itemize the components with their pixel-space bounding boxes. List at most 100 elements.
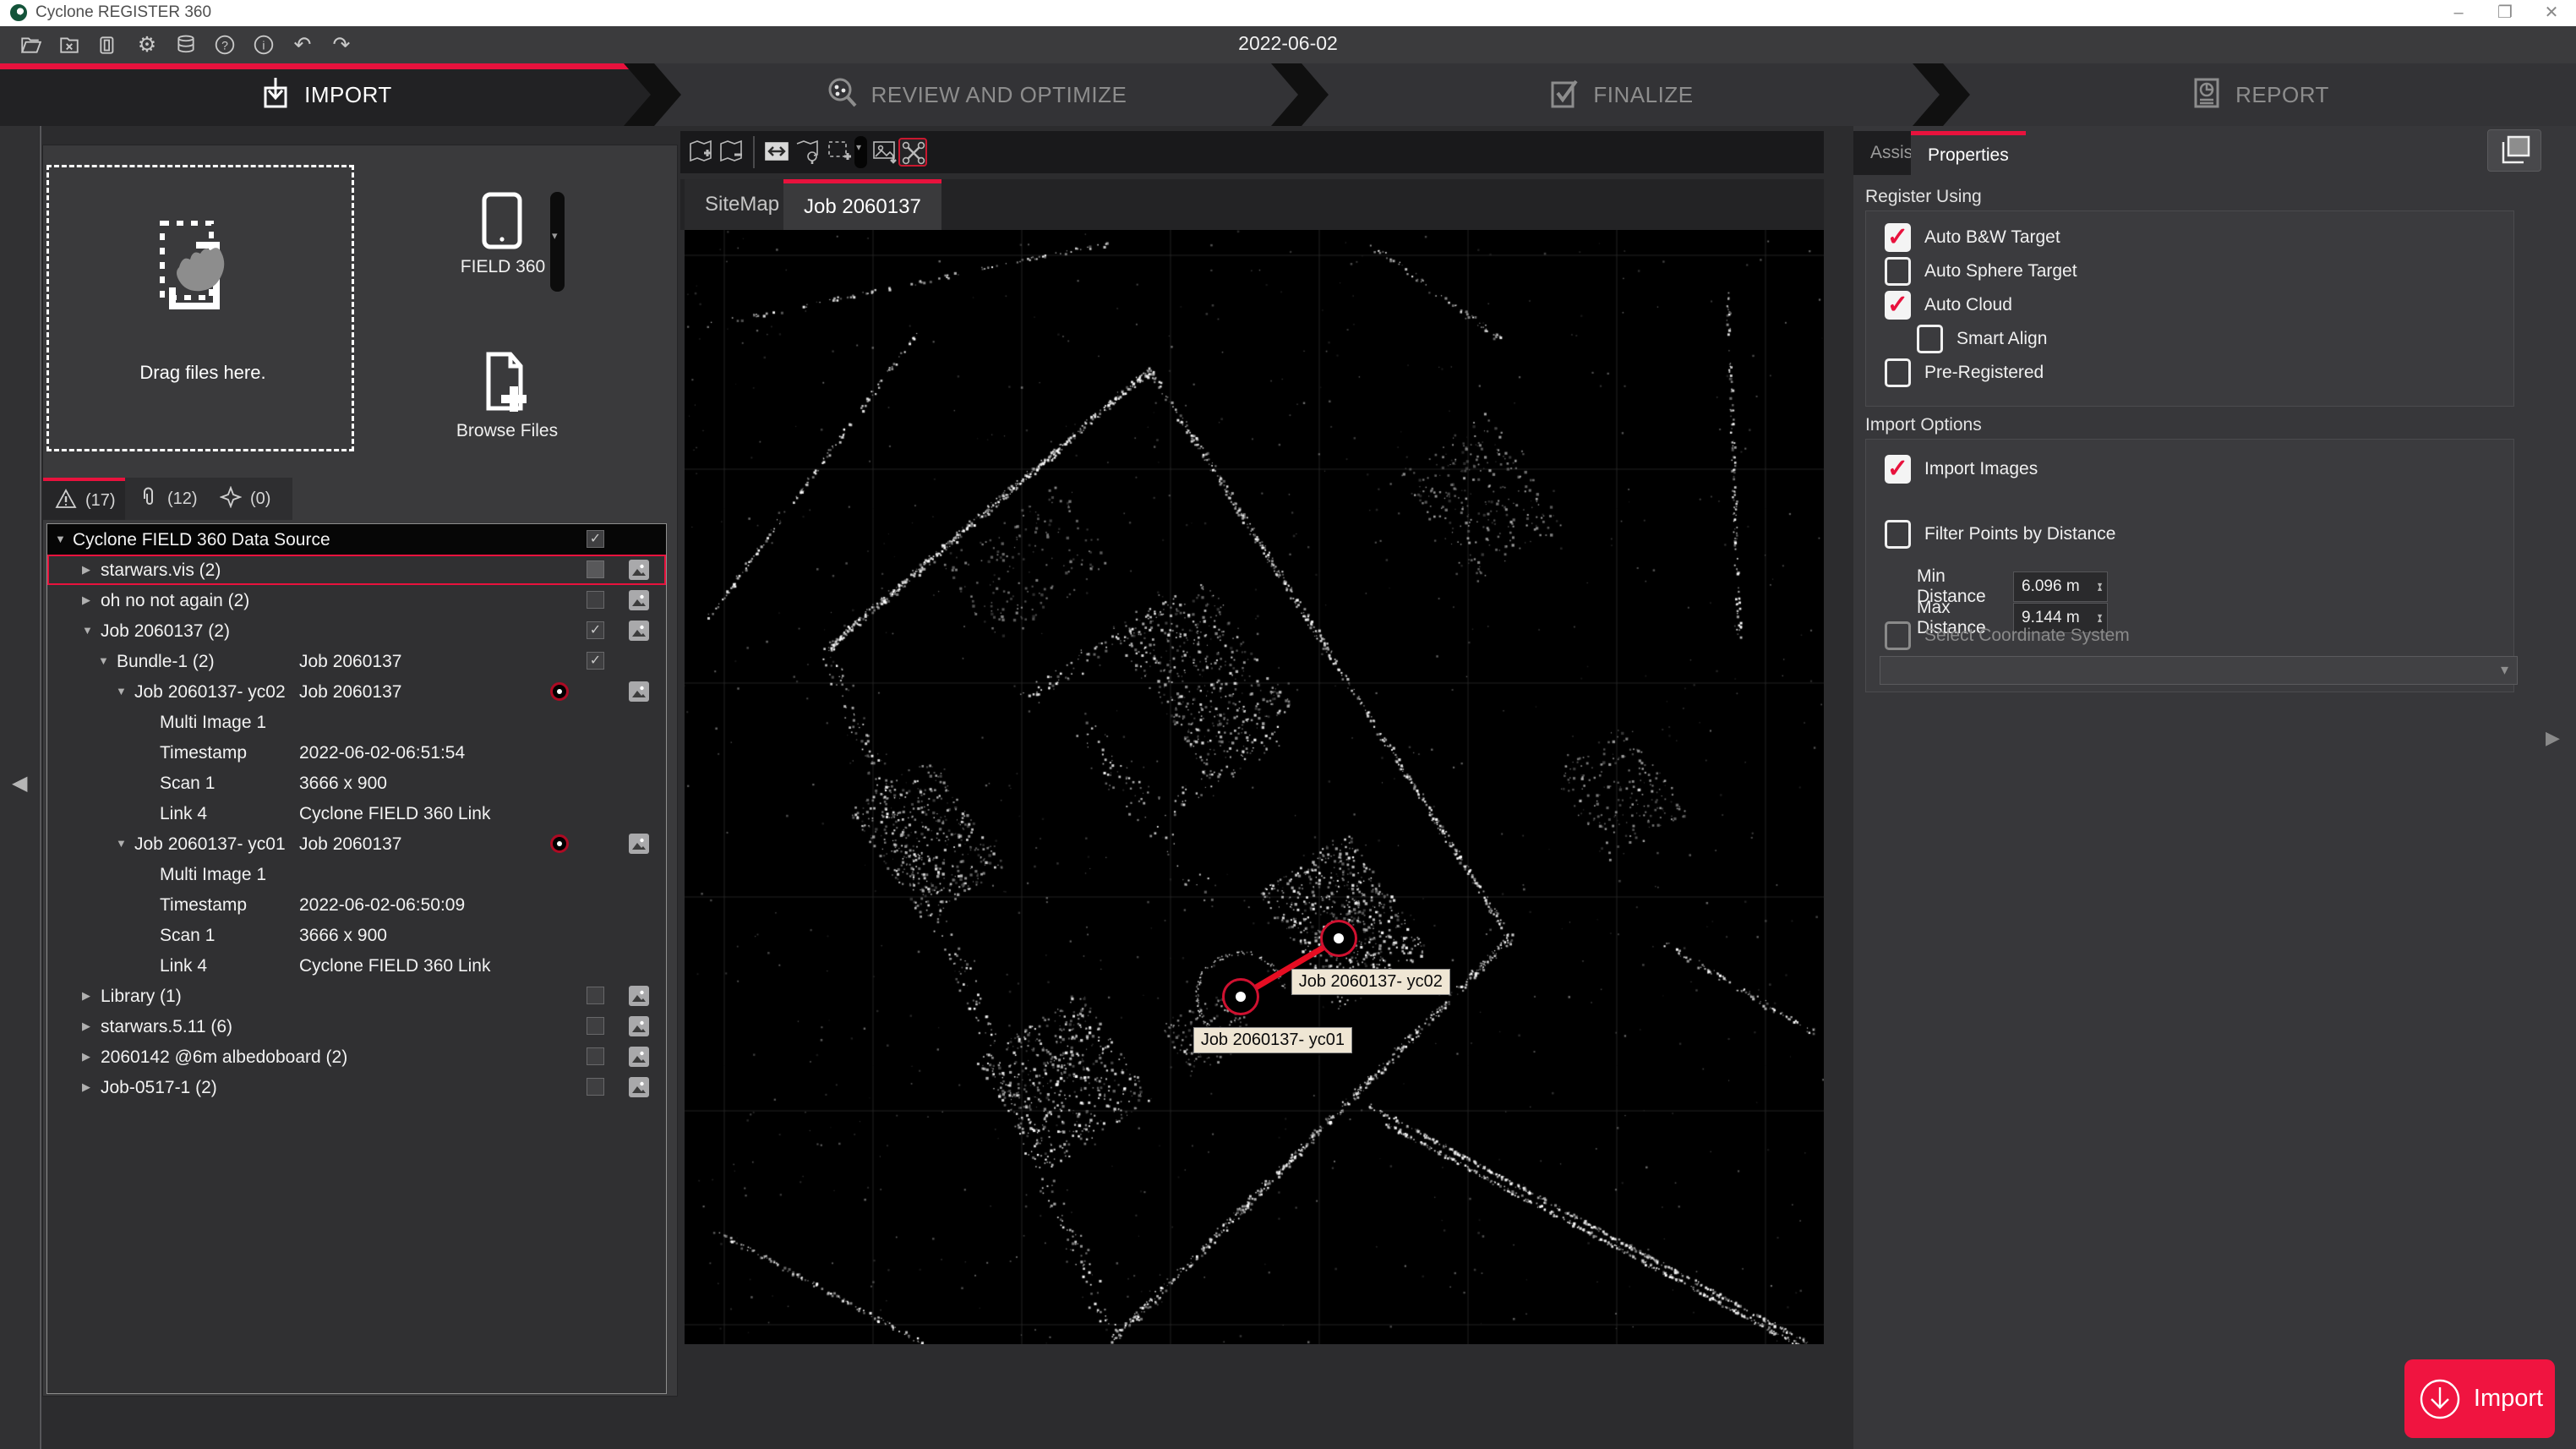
- tree-row[interactable]: ▼ Job 2060137- yc02 Job 2060137: [47, 676, 666, 707]
- thumbnail-icon[interactable]: [629, 834, 649, 854]
- workflow-step-import[interactable]: IMPORT: [0, 63, 651, 126]
- tab-targets[interactable]: (0): [208, 478, 292, 520]
- tree-checkbox[interactable]: [587, 621, 604, 639]
- sitemap-viewport[interactable]: Job 2060137- yc02 Job 2060137- yc01: [685, 230, 1824, 1344]
- tab-scans[interactable]: (17): [43, 478, 126, 520]
- scan-marker[interactable]: [1319, 920, 1357, 958]
- tree-row[interactable]: ▼ Job 2060137 (2): [47, 615, 666, 646]
- tree-row[interactable]: ▶ Job-0517-1 (2): [47, 1072, 666, 1102]
- import-button[interactable]: Import: [2404, 1359, 2555, 1438]
- devices-button[interactable]: [95, 32, 122, 57]
- collapse-arrow-icon[interactable]: ▼: [82, 624, 93, 637]
- info-button[interactable]: i: [250, 32, 277, 57]
- tree-row[interactable]: ▶ starwars.5.11 (6): [47, 1011, 666, 1042]
- fit-map-button[interactable]: [763, 138, 792, 167]
- register-option-smart-align[interactable]: Smart Align: [1917, 325, 2047, 353]
- tree-checkbox[interactable]: [587, 591, 604, 609]
- close-button[interactable]: ✕: [2532, 2, 2571, 24]
- redo-button[interactable]: ↷: [328, 32, 355, 57]
- option-checkbox[interactable]: [1917, 325, 1943, 353]
- undo-button[interactable]: ↶: [289, 32, 316, 57]
- import-images-option[interactable]: Import Images: [1885, 455, 2038, 484]
- filter-points-checkbox[interactable]: [1885, 520, 1911, 549]
- expand-arrow-icon[interactable]: ▶: [82, 563, 90, 577]
- thumbnail-icon[interactable]: [629, 1016, 649, 1036]
- add-sitemap-button[interactable]: [687, 138, 716, 167]
- collapse-right-panel-icon[interactable]: ▶: [2546, 727, 2560, 749]
- tree-row[interactable]: Multi Image 1: [47, 707, 666, 737]
- tree-row[interactable]: ▶ starwars.vis (2): [47, 555, 666, 585]
- help-button[interactable]: ?: [211, 32, 238, 57]
- tab-properties[interactable]: Properties: [1911, 131, 2026, 175]
- register-option-auto-cloud[interactable]: Auto Cloud: [1885, 291, 2012, 320]
- field-360-button[interactable]: [482, 192, 522, 249]
- option-checkbox[interactable]: [1885, 358, 1911, 387]
- zoom-slider[interactable]: [854, 136, 867, 168]
- expand-arrow-icon[interactable]: ▶: [82, 1080, 90, 1094]
- expand-arrow-icon[interactable]: ▶: [82, 593, 90, 607]
- tree-row[interactable]: Link 4 Cyclone FIELD 360 Link: [47, 798, 666, 828]
- import-images-checkbox[interactable]: [1885, 455, 1911, 484]
- tree-checkbox[interactable]: [587, 987, 604, 1004]
- thumbnail-icon[interactable]: [629, 621, 649, 641]
- thumbnail-icon[interactable]: [629, 1077, 649, 1097]
- tree-row[interactable]: ▶ 2060142 @6m albedoboard (2): [47, 1042, 666, 1072]
- maximize-button[interactable]: ❐: [2486, 2, 2524, 24]
- tree-row[interactable]: ▼ Job 2060137- yc01 Job 2060137: [47, 828, 666, 859]
- expand-arrow-icon[interactable]: ▶: [82, 1050, 90, 1064]
- workflow-step-finalize[interactable]: FINALIZE: [1302, 63, 1940, 126]
- popout-panel-button[interactable]: [2487, 129, 2541, 172]
- coordinate-system-checkbox[interactable]: [1885, 621, 1911, 650]
- tree-checkbox[interactable]: [587, 652, 604, 670]
- expand-arrow-icon[interactable]: ▶: [82, 1020, 90, 1033]
- thumbnail-icon[interactable]: [629, 681, 649, 702]
- coordinate-system-option[interactable]: Select Coordinate System: [1885, 621, 2130, 650]
- tree-checkbox[interactable]: [587, 1017, 604, 1035]
- workflow-step-review[interactable]: REVIEW AND OPTIMIZE: [654, 63, 1298, 126]
- workflow-step-report[interactable]: REPORT: [1943, 63, 2576, 126]
- tab-job-2060137[interactable]: Job 2060137: [783, 179, 941, 230]
- collapse-arrow-icon[interactable]: ▼: [55, 533, 66, 545]
- tree-checkbox[interactable]: [587, 560, 604, 578]
- auto-align-button[interactable]: [898, 138, 927, 167]
- tree-checkbox[interactable]: [587, 1047, 604, 1065]
- remove-sitemap-button[interactable]: [718, 138, 746, 167]
- option-checkbox[interactable]: [1885, 257, 1911, 286]
- tree-row[interactable]: Timestamp 2022-06-02-06:51:54: [47, 737, 666, 768]
- tree-checkbox[interactable]: [587, 530, 604, 548]
- tree-row[interactable]: ▶ oh no not again (2): [47, 585, 666, 615]
- tree-row[interactable]: ▼ Bundle-1 (2) Job 2060137: [47, 646, 666, 676]
- tree-checkbox[interactable]: [587, 1078, 604, 1096]
- tab-links[interactable]: (12): [125, 478, 208, 520]
- tree-row[interactable]: ▶ Library (1): [47, 981, 666, 1011]
- thumbnail-icon[interactable]: [629, 1047, 649, 1067]
- tree-root-row[interactable]: ▼ Cyclone FIELD 360 Data Source: [47, 524, 666, 555]
- field-360-scrollbar[interactable]: [550, 192, 565, 292]
- thumbnail-icon[interactable]: [629, 986, 649, 1006]
- tree-row[interactable]: Link 4 Cyclone FIELD 360 Link: [47, 950, 666, 981]
- option-checkbox[interactable]: [1885, 223, 1911, 252]
- close-project-button[interactable]: [56, 32, 83, 57]
- register-option-pre-registered[interactable]: Pre-Registered: [1885, 358, 2044, 387]
- open-project-button[interactable]: [17, 32, 44, 57]
- import-file-tree[interactable]: ▼ Cyclone FIELD 360 Data Source ▶ starwars.…: [46, 523, 667, 1394]
- collapse-arrow-icon[interactable]: ▼: [98, 654, 109, 667]
- coordinate-system-dropdown[interactable]: [1880, 656, 2518, 685]
- tree-row[interactable]: Scan 1 3666 x 900: [47, 920, 666, 950]
- collapse-arrow-icon[interactable]: ▼: [116, 685, 127, 697]
- drag-drop-zone[interactable]: Drag files here.: [46, 165, 354, 451]
- filter-points-option[interactable]: Filter Points by Distance: [1885, 520, 2115, 549]
- tree-row[interactable]: Timestamp 2022-06-02-06:50:09: [47, 889, 666, 920]
- register-option-auto-sphere-target[interactable]: Auto Sphere Target: [1885, 257, 2077, 286]
- settings-button[interactable]: ⚙: [134, 32, 161, 57]
- option-checkbox[interactable]: [1885, 291, 1911, 320]
- collapse-left-panel-icon[interactable]: ◀: [12, 771, 27, 796]
- preview-image-button[interactable]: [871, 138, 900, 167]
- minimize-button[interactable]: –: [2439, 2, 2478, 24]
- browse-files-button[interactable]: [482, 351, 527, 412]
- storage-button[interactable]: [172, 32, 199, 57]
- area-select-button[interactable]: [826, 138, 854, 167]
- register-option-auto-b-w-target[interactable]: Auto B&W Target: [1885, 223, 2060, 252]
- scan-marker[interactable]: [1221, 977, 1259, 1015]
- thumbnail-icon[interactable]: [629, 560, 649, 580]
